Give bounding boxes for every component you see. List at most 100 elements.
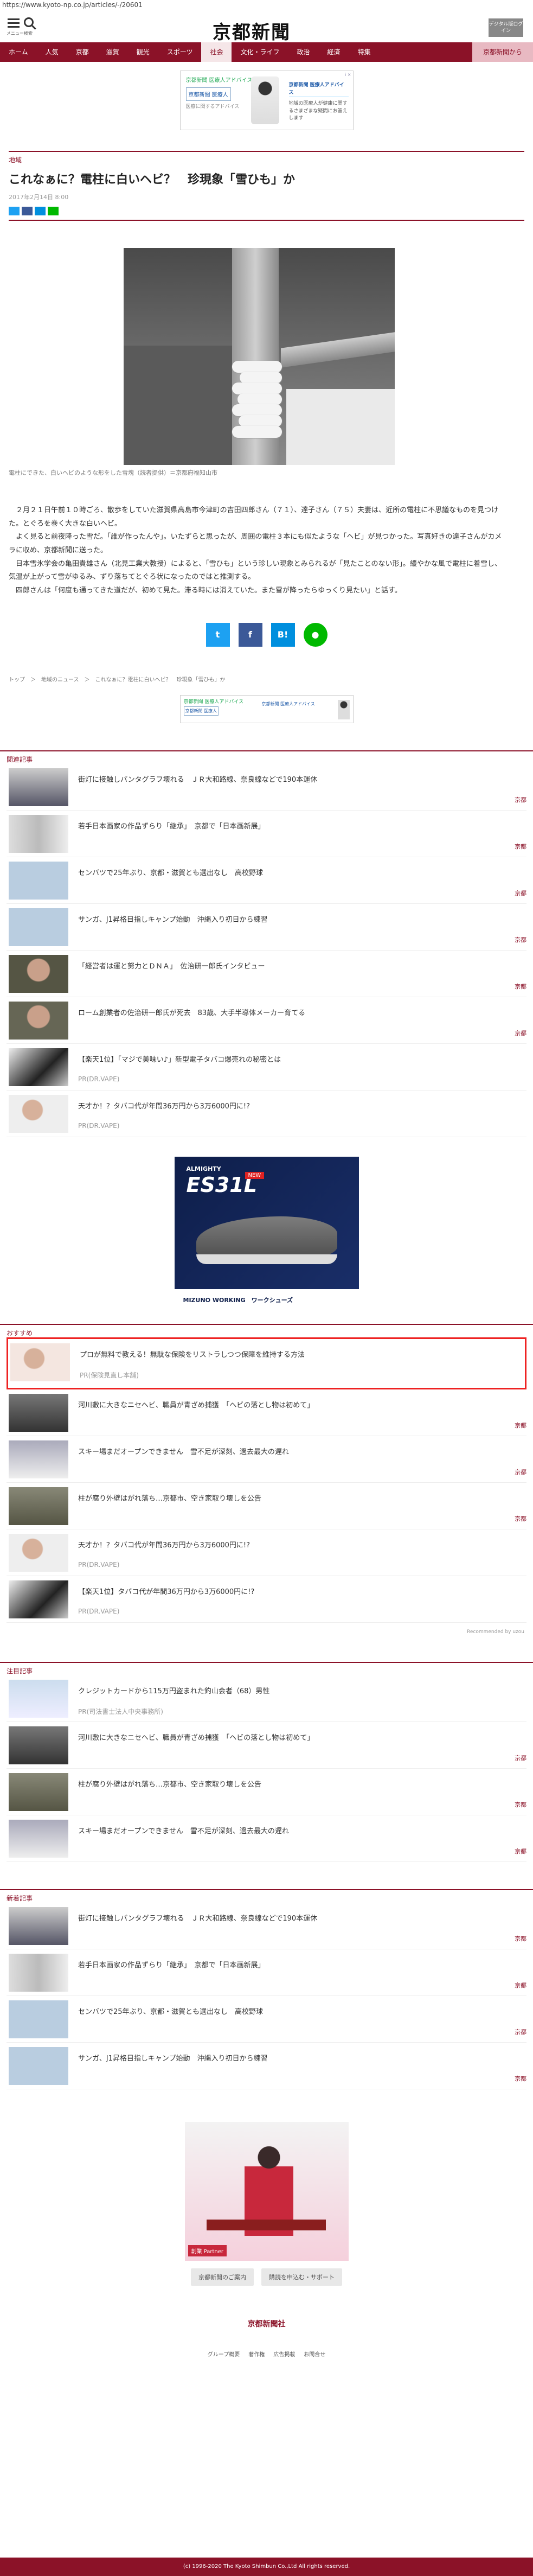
road [124,346,232,465]
list-item[interactable]: センバツで25年ぶり、京都・滋賀とも選出なし 高校野球 京都 [7,857,526,904]
item-title: サンガ、J1昇格目指しキャンプ始動 沖縄入り初日から練習 [78,2054,268,2063]
list-item[interactable]: 若手日本画家の作品ずらり「継承」 京都で「日本画新展」 京都 [7,811,526,857]
thumbnail [10,1343,70,1381]
ad-footer: 創業 Partner [188,2245,227,2256]
thumbnail [9,768,68,806]
hatena-icon[interactable] [35,207,46,215]
list-item[interactable]: 河川敷に大きなニセヘビ、職員が青ざめ捕獲 「ヘビの落とし物は初めて」 京都 [7,1389,526,1436]
item-title: ローム創業者の佐治研一郎氏が死去 83歳、大手半導体メーカー育てる [78,1009,306,1017]
thumbnail [9,1048,68,1086]
nav-feature[interactable]: 特集 [349,42,380,62]
article-photo[interactable] [124,248,395,465]
recommend-credit[interactable]: Recommended by uzou [9,1629,524,1635]
related-heading: 関連記事 [0,750,533,764]
thumbnail [9,1440,68,1478]
display-ad[interactable]: 創業 Partner [184,2121,349,2261]
list-item[interactable]: 若手日本画家の作品ずらり「継承」 京都で「日本画新展」 京都 [7,1949,526,1996]
popular-heading: 注目記事 [0,1661,533,1675]
ad-choices-icon[interactable]: i × [345,72,351,77]
nav-home[interactable]: ホーム [0,42,37,62]
list-item[interactable]: 【楽天1位】タバコ代が年間36万円から3万6000円に!? PR(DR.VAPE) [7,1576,526,1623]
mizuno-shoe-ad[interactable]: ALMIGHTY ES31L NEW MIZUNO WORKING ワークシュー… [174,1156,359,1309]
footer-logo[interactable]: 京都新聞社 [0,2318,533,2329]
site-header: メニュー 検索 京都新聞 デジタル版ログイン [0,11,533,44]
hatena-share-icon[interactable]: B! [271,622,295,647]
nav-politics[interactable]: 政治 [288,42,319,62]
line-share-icon[interactable]: ● [303,622,327,647]
item-title: クレジットカードから115万円盗まれた釣山会者（68）男性 [78,1687,270,1695]
list-item[interactable]: 「経営者は運と努力とＤＮＡ」 佐治研一郎氏インタビュー 京都 [7,951,526,997]
nav-sports[interactable]: スポーツ [158,42,202,62]
nav-culture[interactable]: 文化・ライフ [232,42,288,62]
item-category: 京都 [515,2075,526,2082]
thumbnail [9,2000,68,2038]
list-item[interactable]: スキー場まだオープンできません 雪不足が深刻、過去最大の遅れ 京都 [7,1815,526,1862]
facebook-icon[interactable] [22,207,33,215]
thumbnail [9,1001,68,1040]
footer-link[interactable]: 広告掲載 [273,2350,295,2358]
site-logo[interactable]: 京都新聞 [213,17,291,44]
breadcrumb[interactable]: トップ ＞ 地域のニュース ＞ これなぁに？電柱に白いヘビ？ 珍現象「雪ひも」か [9,675,524,683]
footer-link[interactable]: お問合せ [304,2350,325,2358]
footer-link[interactable]: グループ概要 [208,2350,240,2358]
list-item[interactable]: プロが無料で教える！無駄な保険をリストラしつつ保障を維持する方法 PR(保険見直し… [7,1337,526,1389]
shoe-image [196,1216,337,1260]
item-category: 京都 [515,983,526,990]
twitter-icon[interactable] [9,207,20,215]
list-item[interactable]: スキー場まだオープンできません 雪不足が深刻、過去最大の遅れ 京都 [7,1436,526,1483]
subscribe-button[interactable]: 購読を申込む・サポート [261,2268,342,2286]
article-body: ２月２１日午前１０時ごろ、散歩をしていた滋賀県高島市今津町の吉田四郎さん（７１）… [9,504,508,598]
facebook-share-icon[interactable]: f [238,622,262,647]
thumbnail [9,2046,68,2085]
url-bar[interactable]: https://www.kyoto-np.co.jp/articles/-/20… [0,0,533,11]
item-category: 京都 [515,843,526,850]
list-item[interactable]: ローム創業者の佐治研一郎氏が死去 83歳、大手半導体メーカー育てる 京都 [7,997,526,1044]
footer-link[interactable]: 著作権 [248,2350,265,2358]
ad-button[interactable]: 京都新聞 医療人 [183,706,219,716]
nav-kyoto[interactable]: 京都 [67,42,98,62]
item-title: 柱が腐り外壁はがれ落ち…京都市、空き家取り壊しを公告 [78,1780,262,1789]
item-title: センバツで25年ぶり、京都・滋賀とも選出なし 高校野球 [78,2007,264,2016]
list-item[interactable]: 柱が腐り外壁はがれ落ち…京都市、空き家取り壊しを公告 京都 [7,1483,526,1529]
list-item[interactable]: サンガ、J1昇格目指しキャンプ始動 沖縄入り初日から練習京都 [7,2043,526,2089]
line-icon[interactable] [48,207,59,215]
ad-right-head: 京都新聞 医療人アドバイス [288,82,349,97]
medical-ad-banner[interactable]: i × 京都新聞 医療人アドバイス 京都新聞 医療人 医療に関するアドバイス 京… [179,71,354,130]
section-label[interactable]: 地域 [9,151,524,164]
guardrail [281,332,395,368]
list-item[interactable]: 街灯に接触しパンタグラフ壊れる ＪＲ大和路線、奈良線などで190本運休 京都 [7,1903,526,1949]
ad-doctor-image [337,699,350,719]
ad-line1: ALMIGHTY [186,1165,221,1172]
nav-shiga[interactable]: 滋賀 [98,42,128,62]
menu-icon[interactable] [8,18,20,30]
medical-ad-small[interactable]: 京都新聞 医療人アドバイス 京都新聞 医療人 京都新聞 医療人アドバイス [179,694,354,723]
item-title: 河川敷に大きなニセヘビ、職員が青ざめ捕獲 「ヘビの落とし物は初めて」 [78,1401,314,1410]
list-item[interactable]: 【楽天1位】「マジで美味い♪」新型電子タバコ爆売れの秘密とは PR(DR.VAPE… [7,1044,526,1091]
thumbnail [9,1487,68,1525]
twitter-share-icon[interactable]: t [206,622,230,647]
list-item[interactable]: 天才か！？タバコ代が年間36万円から3万6000円に!? PR(DR.VAPE) [7,1091,526,1137]
ad-button[interactable]: 京都新聞 医療人 [185,87,231,101]
shoe-sole [196,1254,337,1264]
nav-popular[interactable]: 人気 [37,42,67,62]
list-item[interactable]: 天才か！？タバコ代が年間36万円から3万6000円に!? PR(DR.VAPE) [7,1529,526,1576]
guide-button[interactable]: 京都新聞のご案内 [191,2268,254,2286]
list-item[interactable]: 街灯に接触しパンタグラフ壊れる ＪＲ大和路線、奈良線などで190本運休 京都 [7,764,526,811]
ad-footer: MIZUNO WORKING ワークシューズ [174,1289,359,1309]
nav-tourism[interactable]: 観光 [128,42,158,62]
list-item[interactable]: センバツで25年ぶり、京都・滋賀とも選出なし 高校野球 京都 [7,1996,526,2043]
item-title: 街灯に接触しパンタグラフ壊れる ＪＲ大和路線、奈良線などで190本運休 [78,1914,318,1923]
thumbnail [9,1393,68,1432]
pr-label: PR(DR.VAPE) [78,1121,120,1130]
nav-economy[interactable]: 経済 [319,42,349,62]
digital-login-button[interactable]: デジタル版ログイン [489,18,523,37]
list-item[interactable]: 河川敷に大きなニセヘビ、職員が青ざめ捕獲 「ヘビの落とし物は初めて」 京都 [7,1722,526,1769]
list-item[interactable]: 柱が腐り外壁はがれ落ち…京都市、空き家取り壊しを公告 京都 [7,1769,526,1815]
thumbnail [9,1819,68,1858]
nav-society[interactable]: 社会 [201,42,232,62]
list-item[interactable]: クレジットカードから115万円盗まれた釣山会者（68）男性 PR(司法書士法人中央… [7,1675,526,1722]
paragraph: ２月２１日午前１０時ごろ、散歩をしていた滋賀県高島市今津町の吉田四郎さん（７１）… [9,506,499,528]
search-icon[interactable] [24,17,34,27]
nav-from-kyoto[interactable]: 京都新聞から [472,42,533,62]
list-item[interactable]: サンガ、J1昇格目指しキャンプ始動 沖縄入り初日から練習 京都 [7,904,526,951]
